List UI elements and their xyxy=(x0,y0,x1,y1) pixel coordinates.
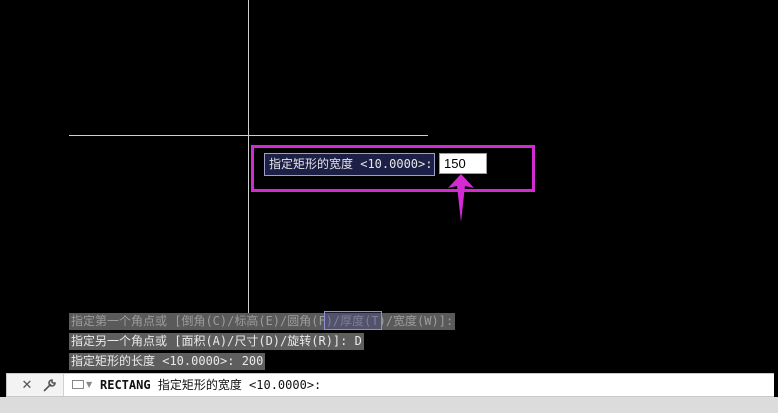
arrow-up-icon xyxy=(448,174,474,222)
command-prompt: 指定矩形的宽度 <10.0000>: xyxy=(157,378,322,392)
tooltip-overlay xyxy=(324,311,382,330)
command-input[interactable]: ▼ RECTANG 指定矩形的宽度 <10.0000>: xyxy=(63,374,774,396)
crosshair-vertical xyxy=(248,0,249,318)
chevron-down-icon[interactable]: ▼ xyxy=(86,377,92,393)
history-line: 指定矩形的长度 <10.0000>: 200 xyxy=(69,353,266,370)
close-icon[interactable]: ✕ xyxy=(17,374,37,396)
history-line: 指定第一个角点或 [倒角(C)/标高(E)/圆角(F)/厚度(T)/宽度(W)]… xyxy=(69,313,456,330)
command-name: RECTANG xyxy=(100,378,151,392)
status-strip xyxy=(0,397,778,413)
drawing-canvas[interactable]: 指定矩形的宽度 <10.0000>: 指定第一个角点或 [倒角(C)/标高(E)… xyxy=(0,0,778,372)
rectangle-icon[interactable] xyxy=(72,380,84,389)
wrench-icon[interactable] xyxy=(39,374,59,396)
highlight-box xyxy=(251,145,535,192)
crosshair-horizontal xyxy=(69,135,428,136)
command-line[interactable]: RECTANG 指定矩形的宽度 <10.0000>: xyxy=(100,374,321,396)
command-bar: ✕ ▼ RECTANG 指定矩形的宽度 <10.0000>: xyxy=(6,373,774,397)
history-line: 指定另一个角点或 [面积(A)/尺寸(D)/旋转(R)]: D xyxy=(69,333,364,350)
